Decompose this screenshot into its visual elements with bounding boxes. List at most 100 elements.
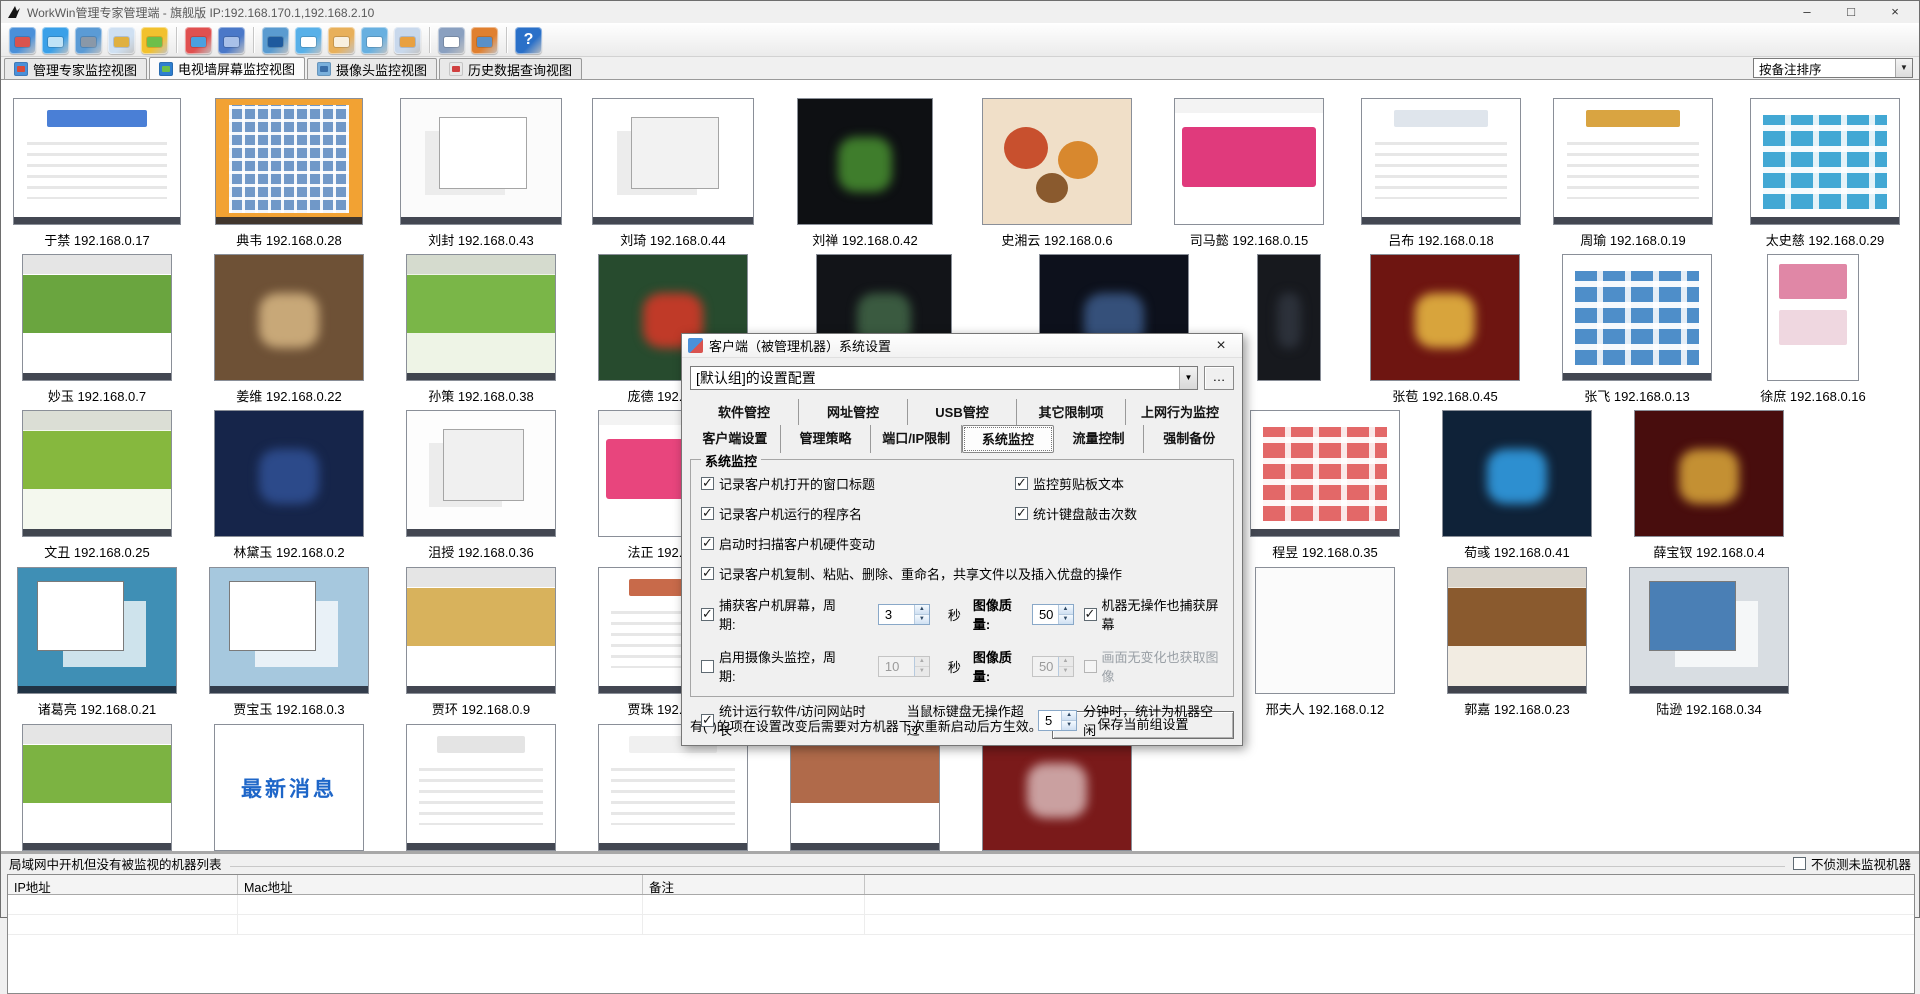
view-tab[interactable]: 摄像头监控视图 xyxy=(307,58,437,79)
capture-interval-spinner[interactable]: 3 ▲▼ xyxy=(878,604,930,625)
machine-thumbnail[interactable] xyxy=(982,98,1132,225)
machine-thumbnail[interactable] xyxy=(22,724,172,851)
machine-thumbnail[interactable] xyxy=(592,98,754,225)
machine-thumbnail[interactable] xyxy=(1553,98,1713,225)
checkbox-box[interactable] xyxy=(1793,857,1806,870)
minimize-button[interactable]: – xyxy=(1785,1,1829,23)
sort-order-dropdown[interactable]: 按备注排序 ▼ xyxy=(1753,58,1913,78)
remote-config-icon[interactable] xyxy=(75,27,102,54)
message-icon[interactable] xyxy=(295,27,322,54)
spin-down-icon[interactable]: ▼ xyxy=(1059,615,1073,624)
log-search-icon[interactable] xyxy=(328,27,355,54)
checkbox-box[interactable] xyxy=(701,567,714,580)
machine-thumbnail[interactable] xyxy=(1629,567,1789,694)
checkbox-box[interactable] xyxy=(1084,608,1097,621)
browse-groups-button[interactable]: … xyxy=(1204,366,1234,390)
screen-wall-icon[interactable] xyxy=(262,27,289,54)
checkbox-box[interactable] xyxy=(701,537,714,550)
user-report-icon[interactable] xyxy=(471,27,498,54)
machine-thumbnail[interactable] xyxy=(1634,410,1784,537)
machine-thumbnail[interactable] xyxy=(1257,254,1321,381)
maximize-button[interactable]: □ xyxy=(1829,1,1873,23)
dialog-tab[interactable]: USB管控 xyxy=(908,399,1017,425)
table-header-note[interactable]: 备注 xyxy=(643,875,865,894)
help-icon[interactable]: ? xyxy=(515,27,542,54)
dialog-tab[interactable]: 系统监控 xyxy=(962,425,1054,453)
dialog-tab[interactable]: 端口/IP限制 xyxy=(871,425,962,453)
machine-thumbnail[interactable]: 最新消息 xyxy=(214,724,364,851)
chevron-down-icon[interactable]: ▼ xyxy=(1179,367,1197,389)
chevron-down-icon[interactable]: ▼ xyxy=(1895,59,1912,77)
machine-thumbnail[interactable] xyxy=(1447,567,1587,694)
record-disc-icon[interactable] xyxy=(394,27,421,54)
machine-thumbnail[interactable] xyxy=(22,254,172,381)
dialog-tab[interactable]: 其它限制项 xyxy=(1017,399,1126,425)
monitor-option-checkbox[interactable]: 启动时扫描客户机硬件变动 xyxy=(701,534,875,553)
close-button[interactable]: × xyxy=(1873,1,1917,23)
monitor-option-checkbox[interactable]: 记录客户机运行的程序名 xyxy=(701,504,862,523)
checkbox-box[interactable] xyxy=(1015,477,1028,490)
monitor-option-checkbox[interactable]: 统计键盘敲击次数 xyxy=(1015,504,1137,523)
checkbox-box[interactable] xyxy=(701,608,714,621)
idle-capture-checkbox[interactable]: 机器无操作也捕获屏幕 xyxy=(1084,595,1223,633)
checkbox-box[interactable] xyxy=(701,660,714,673)
network-icon[interactable] xyxy=(42,27,69,54)
machine-thumbnail[interactable] xyxy=(406,567,556,694)
table-header-ip[interactable]: IP地址 xyxy=(8,875,238,894)
apps-icon[interactable] xyxy=(185,27,212,54)
monitor-option-checkbox[interactable]: 监控剪贴板文本 xyxy=(1015,474,1124,493)
machine-thumbnail[interactable] xyxy=(1174,98,1324,225)
machine-thumbnail[interactable] xyxy=(1250,410,1400,537)
policy-key-icon[interactable] xyxy=(218,27,245,54)
users-icon[interactable] xyxy=(141,27,168,54)
machine-thumbnail[interactable] xyxy=(400,98,562,225)
spin-up-icon[interactable]: ▲ xyxy=(1062,711,1076,721)
checkbox-box[interactable] xyxy=(701,714,714,727)
machine-thumbnail[interactable] xyxy=(215,98,363,225)
no-detect-checkbox[interactable]: 不侦测未监视机器 xyxy=(1793,854,1911,873)
machine-thumbnail[interactable] xyxy=(1442,410,1592,537)
machine-thumbnail[interactable] xyxy=(1750,98,1900,225)
view-tab[interactable]: 历史数据查询视图 xyxy=(439,58,582,79)
screen-capture-checkbox[interactable]: 捕获客户机屏幕，周期: xyxy=(701,595,844,633)
machine-thumbnail[interactable] xyxy=(1255,567,1395,694)
dialog-tab[interactable]: 强制备份 xyxy=(1144,425,1234,453)
group-config-combobox[interactable]: [默认组]的设置配置 ▼ xyxy=(690,366,1198,390)
machine-thumbnail[interactable] xyxy=(17,567,177,694)
machine-thumbnail[interactable] xyxy=(406,410,556,537)
dialog-close-icon[interactable]: × xyxy=(1206,337,1236,355)
spin-up-icon[interactable]: ▲ xyxy=(1059,605,1073,615)
checkbox-box[interactable] xyxy=(701,477,714,490)
capture-quality-spinner[interactable]: 50 ▲▼ xyxy=(1032,604,1074,625)
machine-thumbnail[interactable] xyxy=(1562,254,1712,381)
machine-thumbnail[interactable] xyxy=(1767,254,1859,381)
monitor-option-checkbox[interactable]: 记录客户机打开的窗口标题 xyxy=(701,474,875,493)
dialog-tab[interactable]: 上网行为监控 xyxy=(1126,399,1234,425)
terminal-log-icon[interactable] xyxy=(438,27,465,54)
machine-thumbnail[interactable] xyxy=(797,98,933,225)
usage-stats-checkbox[interactable]: 统计运行软件/访问网站时长 xyxy=(701,701,875,739)
spin-down-icon[interactable]: ▼ xyxy=(915,615,929,624)
checkbox-box[interactable] xyxy=(1015,507,1028,520)
table-header-mac[interactable]: Mac地址 xyxy=(238,875,643,894)
machine-thumbnail[interactable] xyxy=(22,410,172,537)
machine-thumbnail[interactable] xyxy=(1370,254,1520,381)
copy-icon[interactable] xyxy=(361,27,388,54)
machine-thumbnail[interactable] xyxy=(406,724,556,851)
dialog-tab[interactable]: 流量控制 xyxy=(1054,425,1145,453)
dialog-tab[interactable]: 网址管控 xyxy=(799,399,908,425)
desktops-icon[interactable] xyxy=(9,27,36,54)
view-tab[interactable]: 电视墙屏幕监控视图 xyxy=(149,57,305,79)
machine-thumbnail[interactable] xyxy=(406,254,556,381)
monitor-option-checkbox[interactable]: 记录客户机复制、粘贴、删除、重命名，共享文件以及插入优盘的操作 xyxy=(701,564,1122,583)
mail-icon[interactable] xyxy=(108,27,135,54)
dialog-tab[interactable]: 客户端设置 xyxy=(690,425,781,453)
dialog-tab[interactable]: 管理策略 xyxy=(781,425,872,453)
spin-down-icon[interactable]: ▼ xyxy=(1062,721,1076,730)
machine-thumbnail[interactable] xyxy=(214,410,364,537)
camera-monitor-checkbox[interactable]: 启用摄像头监控，周期: xyxy=(701,647,844,685)
checkbox-box[interactable] xyxy=(701,507,714,520)
machine-thumbnail[interactable] xyxy=(1361,98,1521,225)
machine-thumbnail[interactable] xyxy=(209,567,369,694)
view-tab[interactable]: 管理专家监控视图 xyxy=(4,58,147,79)
